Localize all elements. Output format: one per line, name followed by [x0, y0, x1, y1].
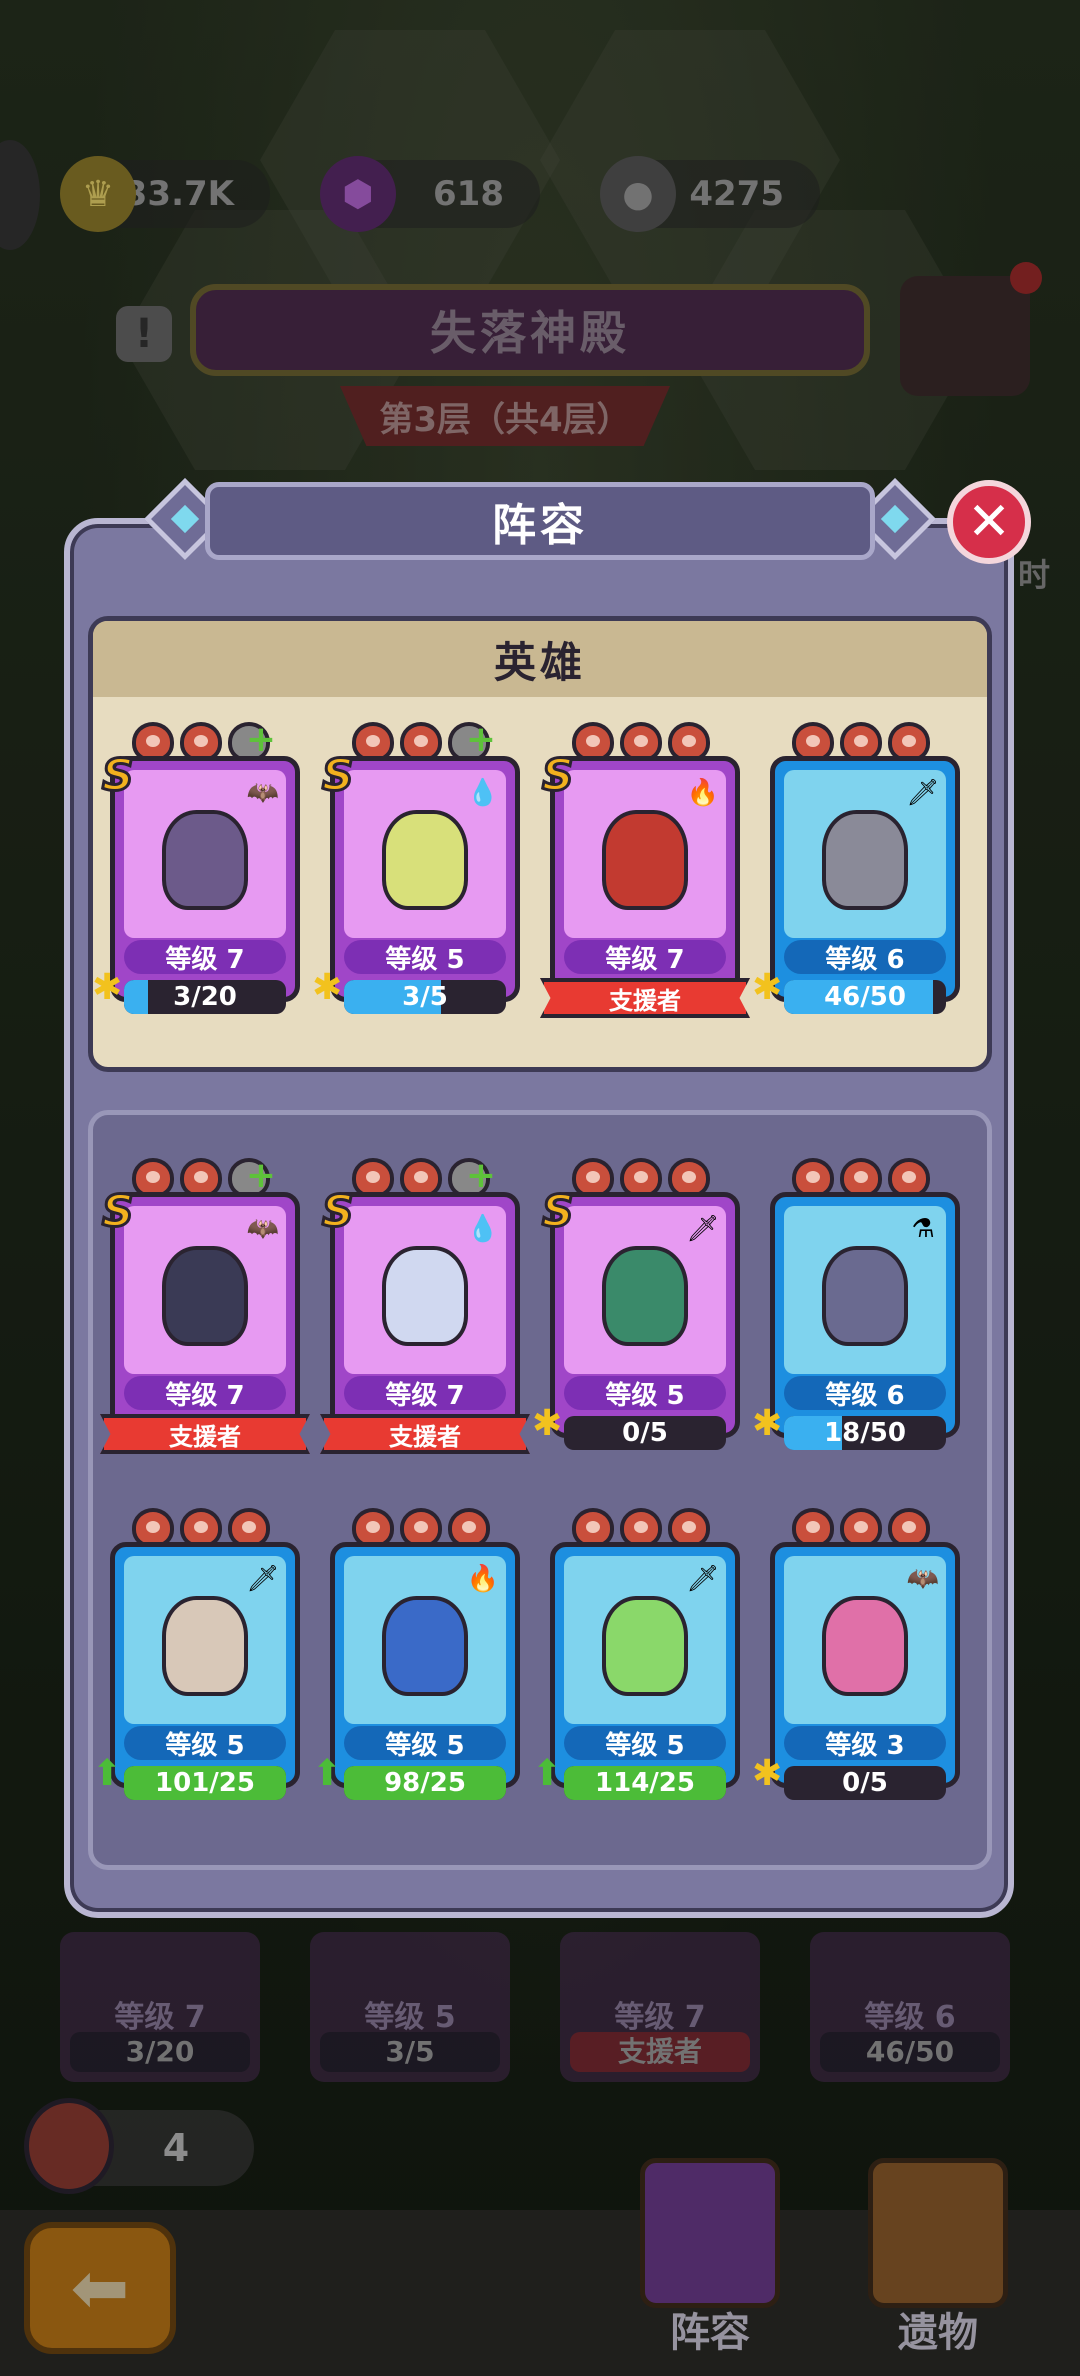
close-button[interactable]: ✕ [947, 480, 1031, 564]
hero-portrait: 🗡 [124, 1556, 286, 1724]
rarity-badge: S [101, 1185, 136, 1239]
hero-figure [602, 1596, 688, 1696]
hero-level: 等级 5 [344, 1726, 506, 1761]
shard-progress-bar: 3/5 [344, 980, 506, 1014]
sword-icon: 🗡 [686, 1214, 720, 1244]
hero-figure [382, 1596, 468, 1696]
hero-portrait: 💧 [344, 770, 506, 938]
hero-card[interactable]: + 💧 S 等级 5 3/5 ✱ [312, 722, 520, 1014]
hero-level: 等级 5 [124, 1726, 286, 1761]
progress-text: 18/50 [824, 1418, 906, 1448]
hero-level: 等级 7 [344, 1376, 506, 1411]
hero-card[interactable]: ⚗ 等级 6 18/50 ✱ [752, 1158, 960, 1450]
hero-card[interactable]: 🗡 等级 5 101/25 ⬆ [92, 1508, 300, 1800]
water-drop-icon: 💧 [466, 778, 500, 808]
hero-portrait: 🗡 [564, 1556, 726, 1724]
progress-text: 3/5 [402, 982, 448, 1012]
hero-card[interactable]: 🦇 等级 3 0/5 ✱ [752, 1508, 960, 1800]
water-drop-icon: 💧 [466, 1214, 500, 1244]
hero-figure [162, 810, 248, 910]
hero-card[interactable]: 🗡 等级 5 114/25 ⬆ [532, 1508, 740, 1800]
upgrade-arrow-icon: ⬆ [312, 1753, 343, 1794]
hero-figure [822, 810, 908, 910]
upgrade-arrow-icon: ⬆ [532, 1753, 563, 1794]
hero-figure [602, 810, 688, 910]
hero-level: 等级 5 [564, 1726, 726, 1761]
hero-card[interactable]: 🔥 S 等级 7 支援者 [540, 722, 750, 1018]
progress-text: 46/50 [824, 982, 906, 1012]
puzzle-piece-icon: ✱ [752, 967, 783, 1008]
hero-figure [162, 1246, 248, 1346]
bat-icon: 🦇 [246, 1214, 280, 1244]
hero-card[interactable]: 🗡 等级 6 46/50 ✱ [752, 722, 960, 1014]
progress-text: 0/5 [842, 1768, 888, 1798]
upgrade-arrow-icon: ⬆ [92, 1753, 123, 1794]
team-header: 英雄 [93, 621, 987, 697]
sword-icon: 🗡 [246, 1564, 280, 1594]
shard-progress-bar: 3/20 [124, 980, 286, 1014]
hero-portrait: 🦇 [784, 1556, 946, 1724]
fire-icon: 🔥 [686, 778, 720, 808]
rarity-badge: S [541, 749, 576, 803]
progress-text: 0/5 [622, 1418, 668, 1448]
potion-icon: ⚗ [911, 1214, 935, 1244]
rarity-badge: S [321, 749, 356, 803]
hero-figure [602, 1246, 688, 1346]
sword-icon: 🗡 [906, 778, 940, 808]
rarity-badge: S [101, 749, 136, 803]
hero-card[interactable]: 🗡 S 等级 5 0/5 ✱ [532, 1158, 740, 1450]
puzzle-piece-icon: ✱ [752, 1403, 783, 1444]
hero-portrait: 🦇 [124, 770, 286, 938]
puzzle-piece-icon: ✱ [752, 1753, 783, 1794]
hero-portrait: 🗡 [784, 770, 946, 938]
hero-level: 等级 7 [564, 940, 726, 975]
hero-figure [162, 1596, 248, 1696]
hero-level: 等级 5 [564, 1376, 726, 1411]
bat-icon: 🦇 [906, 1564, 940, 1594]
progress-text: 3/20 [173, 982, 237, 1012]
hero-figure [382, 1246, 468, 1346]
support-badge: 支援者 [100, 1414, 310, 1454]
hero-figure [822, 1246, 908, 1346]
support-badge: 支援者 [320, 1414, 530, 1454]
hero-level: 等级 3 [784, 1726, 946, 1761]
fire-icon: 🔥 [466, 1564, 500, 1594]
hero-level: 等级 6 [784, 940, 946, 975]
shard-progress-bar: 46/50 [784, 980, 946, 1014]
hero-portrait: 🗡 [564, 1206, 726, 1374]
hero-level: 等级 6 [784, 1376, 946, 1411]
hero-card[interactable]: + 🦇 S 等级 7 3/20 ✱ [92, 722, 300, 1014]
shard-progress-bar: 101/25 [124, 1766, 286, 1800]
hero-figure [822, 1596, 908, 1696]
shard-progress-bar: 98/25 [344, 1766, 506, 1800]
progress-text: 114/25 [595, 1768, 695, 1798]
hero-card[interactable]: 🔥 等级 5 98/25 ⬆ [312, 1508, 520, 1800]
shard-progress-bar: 114/25 [564, 1766, 726, 1800]
puzzle-piece-icon: ✱ [532, 1403, 563, 1444]
puzzle-piece-icon: ✱ [92, 967, 123, 1008]
puzzle-piece-icon: ✱ [312, 967, 343, 1008]
hero-portrait: 🦇 [124, 1206, 286, 1374]
hero-card[interactable]: + 💧 S 等级 7 支援者 [320, 1158, 530, 1454]
hero-level: 等级 7 [124, 1376, 286, 1411]
hero-portrait: ⚗ [784, 1206, 946, 1374]
hero-portrait: 🔥 [344, 1556, 506, 1724]
shard-progress-bar: 0/5 [564, 1416, 726, 1450]
modal-title: 阵容 [205, 482, 875, 560]
hero-card[interactable]: + 🦇 S 等级 7 支援者 [100, 1158, 310, 1454]
bat-icon: 🦇 [246, 778, 280, 808]
hero-portrait: 💧 [344, 1206, 506, 1374]
support-badge: 支援者 [540, 978, 750, 1018]
hero-figure [382, 810, 468, 910]
shard-progress-bar: 0/5 [784, 1766, 946, 1800]
hero-portrait: 🔥 [564, 770, 726, 938]
sword-icon: 🗡 [686, 1564, 720, 1594]
rarity-badge: S [321, 1185, 356, 1239]
progress-text: 101/25 [155, 1768, 255, 1798]
rarity-badge: S [541, 1185, 576, 1239]
hero-level: 等级 5 [344, 940, 506, 975]
shard-progress-bar: 18/50 [784, 1416, 946, 1450]
progress-text: 98/25 [384, 1768, 466, 1798]
hero-level: 等级 7 [124, 940, 286, 975]
